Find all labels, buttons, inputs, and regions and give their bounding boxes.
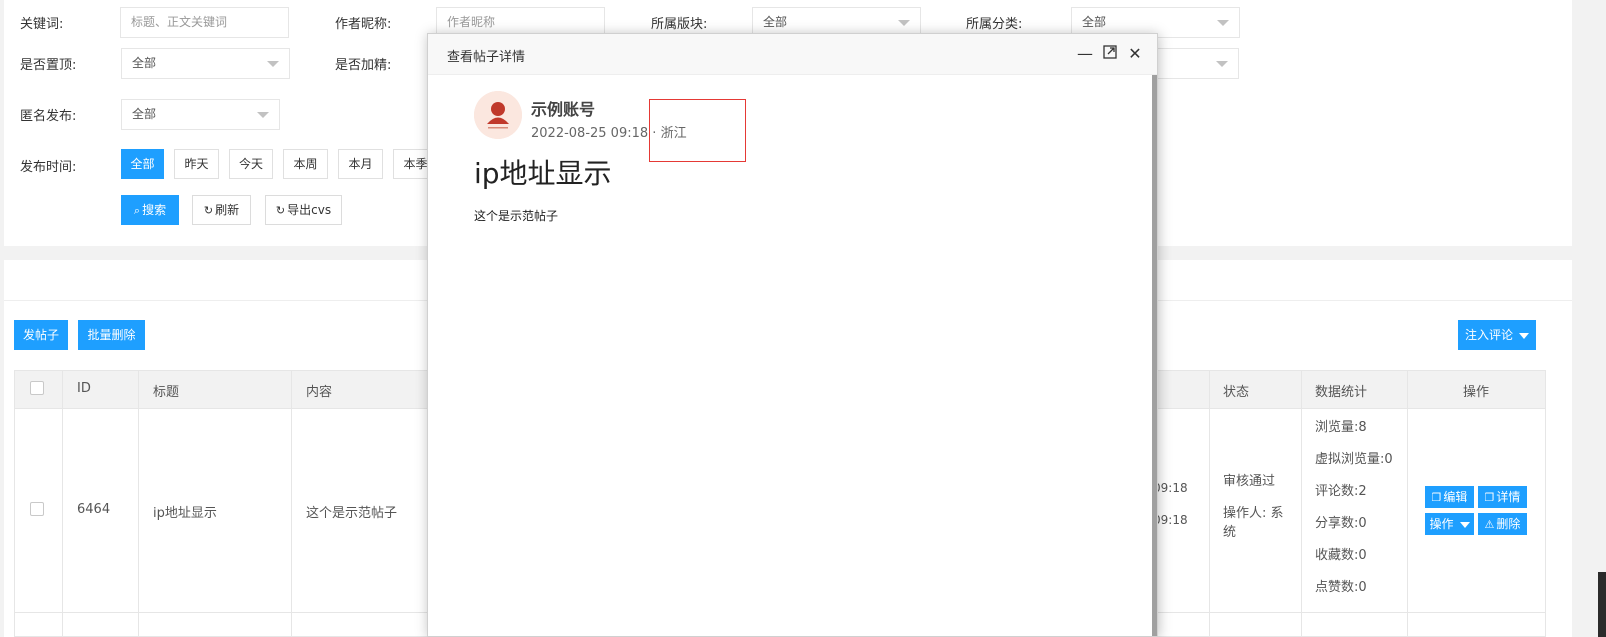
row-time-created: 09:18 (1153, 481, 1188, 495)
refresh-button-label: 刷新 (215, 203, 240, 217)
chevron-down-icon (898, 20, 910, 26)
post-button[interactable]: 发帖子 (14, 320, 68, 350)
stat-comments: 评论数:2 (1315, 484, 1367, 499)
highlight-box (649, 99, 746, 162)
keyword-input[interactable]: 标题、正文关键词 (120, 7, 289, 38)
delete-button[interactable]: ⚠ 删除 (1478, 513, 1527, 535)
refresh-icon: ↻ (275, 204, 286, 217)
featured-label: 是否加精: (335, 58, 392, 73)
search-icon: ⌕ (133, 204, 141, 217)
chevron-down-icon (257, 112, 269, 118)
detail-button[interactable]: ❐ 详情 (1478, 486, 1527, 508)
ops-dropdown-button[interactable]: 操作 (1425, 513, 1474, 535)
modal-scrollbar[interactable] (1152, 75, 1157, 636)
author-name: 示例账号 (531, 100, 596, 119)
chevron-down-icon (1217, 20, 1229, 26)
hidden-select[interactable] (1152, 48, 1239, 79)
row-status: 审核通过 (1223, 474, 1276, 489)
stat-virtual-views: 虚拟浏览量:0 (1315, 452, 1393, 467)
anonymous-select[interactable]: 全部 (121, 99, 280, 130)
stat-likes: 点赞数:0 (1315, 580, 1367, 595)
category-select-value: 全部 (1082, 15, 1107, 29)
keyword-label: 关键词: (20, 17, 64, 32)
chevron-down-icon (1216, 61, 1228, 67)
anonymous-select-value: 全部 (132, 107, 157, 121)
post-title: ip地址显示 (474, 157, 612, 190)
edit-button-label: 编辑 (1443, 490, 1468, 504)
detail-button-label: 详情 (1496, 490, 1521, 504)
col-content: 内容 (306, 385, 333, 400)
close-icon[interactable]: ✕ (1125, 44, 1145, 64)
category-label: 所属分类: (966, 17, 1023, 32)
author-label: 作者昵称: (335, 17, 392, 32)
modal-title: 查看帖子详情 (447, 50, 526, 65)
maximize-icon[interactable] (1100, 44, 1120, 64)
row-id: 6464 (77, 502, 111, 517)
row-checkbox[interactable] (30, 502, 44, 516)
pinned-label: 是否置顶: (20, 58, 77, 73)
anonymous-label: 匿名发布: (20, 109, 77, 124)
side-scrollbar[interactable] (1598, 572, 1606, 637)
row-operator: 操作人: 系 (1223, 506, 1284, 521)
pinned-select[interactable]: 全部 (121, 48, 290, 79)
refresh-icon: ↻ (203, 204, 214, 217)
refresh-button[interactable]: ↻ 刷新 (192, 195, 251, 225)
time-option-today[interactable]: 今天 (229, 149, 273, 179)
section-label: 所属版块: (651, 17, 708, 32)
row-content: 这个是示范帖子 (306, 506, 398, 521)
post-datetime: 2022-08-25 09:18 (531, 126, 649, 141)
search-button[interactable]: ⌕ 搜索 (121, 195, 179, 225)
batch-delete-button[interactable]: 批量删除 (78, 320, 145, 350)
copy-icon: ❐ (1431, 491, 1442, 504)
delete-button-label: 删除 (1496, 517, 1521, 531)
edit-button[interactable]: ❐ 编辑 (1425, 486, 1474, 508)
post-detail-modal: 查看帖子详情 — ✕ 示例账号 2022-08-25 09:18 · 浙江 ip… (427, 33, 1158, 637)
col-actions: 操作 (1463, 385, 1490, 400)
chevron-down-icon (1459, 521, 1470, 528)
row-time-updated: 09:18 (1153, 513, 1188, 527)
row-title: ip地址显示 (153, 506, 217, 521)
minimize-icon[interactable]: — (1075, 44, 1095, 64)
export-button[interactable]: ↻ 导出cvs (265, 195, 342, 225)
stat-favorites: 收藏数:0 (1315, 548, 1367, 563)
time-option-week[interactable]: 本周 (283, 149, 328, 179)
chevron-down-icon (1519, 332, 1529, 339)
section-select-value: 全部 (763, 15, 788, 29)
col-id: ID (77, 381, 91, 396)
chevron-down-icon (267, 61, 279, 67)
inject-comment-button[interactable]: 注入评论 (1458, 320, 1536, 350)
select-all-checkbox[interactable] (30, 381, 44, 395)
stat-shares: 分享数:0 (1315, 516, 1367, 531)
ops-button-label: 操作 (1429, 517, 1454, 531)
pinned-select-value: 全部 (132, 56, 157, 70)
export-button-label: 导出cvs (287, 203, 332, 217)
time-option-yesterday[interactable]: 昨天 (174, 149, 219, 179)
inject-comment-label: 注入评论 (1464, 328, 1513, 342)
modal-header: 查看帖子详情 — ✕ (428, 34, 1157, 75)
stat-views: 浏览量:8 (1315, 420, 1367, 435)
time-option-month[interactable]: 本月 (338, 149, 383, 179)
search-button-label: 搜索 (142, 203, 167, 217)
row-operator-cont: 统 (1223, 525, 1237, 540)
copy-icon: ❐ (1484, 491, 1495, 504)
avatar (474, 91, 522, 139)
col-stats: 数据统计 (1315, 385, 1368, 400)
warning-icon: ⚠ (1484, 518, 1495, 531)
col-status: 状态 (1223, 385, 1250, 400)
time-label: 发布时间: (20, 160, 77, 175)
time-option-all[interactable]: 全部 (121, 149, 164, 179)
post-body: 这个是示范帖子 (474, 209, 559, 223)
col-title: 标题 (153, 385, 180, 400)
